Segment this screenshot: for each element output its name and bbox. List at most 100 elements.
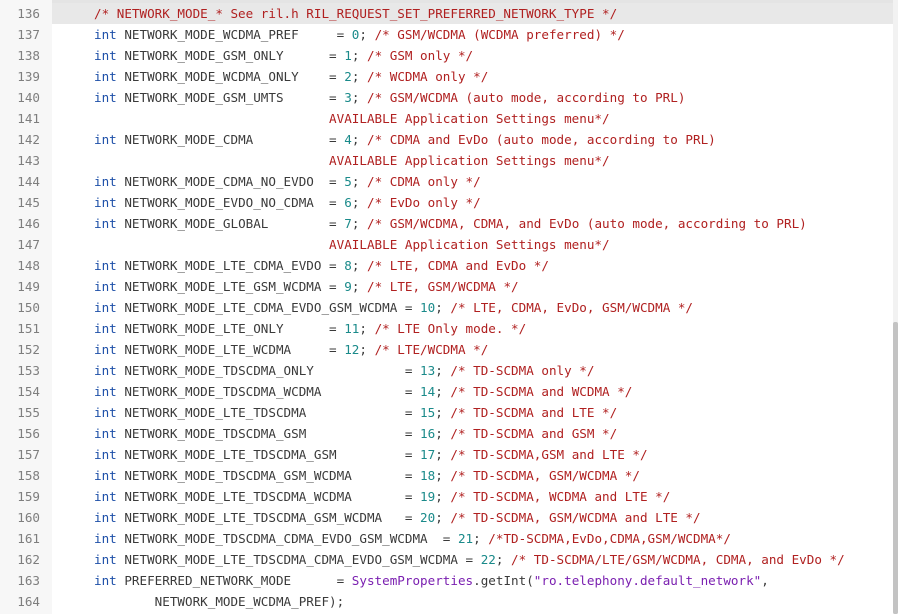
code-text: int NETWORK_MODE_LTE_TDSCDMA_GSM = 17; /… bbox=[94, 444, 648, 465]
code-line[interactable]: 146 int NETWORK_MODE_GLOBAL = 7; /* GSM/W… bbox=[0, 213, 893, 234]
code-text: int NETWORK_MODE_EVDO_NO_CDMA = 6; /* Ev… bbox=[94, 192, 481, 213]
code-line-content: int NETWORK_MODE_EVDO_NO_CDMA = 6; /* Ev… bbox=[52, 192, 893, 213]
keyword-token: int bbox=[94, 48, 117, 63]
code-token: NETWORK_MODE_LTE_TDSCDMA_WCDMA = bbox=[116, 489, 421, 504]
code-token: NETWORK_MODE_LTE_ONLY = bbox=[116, 321, 345, 336]
code-text: int NETWORK_MODE_LTE_TDSCDMA_WCDMA = 19;… bbox=[94, 486, 670, 507]
code-token: ; bbox=[351, 279, 367, 294]
code-line[interactable]: 156 int NETWORK_MODE_TDSCDMA_GSM = 16; /*… bbox=[0, 423, 893, 444]
code-line[interactable]: 137 int NETWORK_MODE_WCDMA_PREF = 0; /* G… bbox=[0, 24, 893, 45]
number-token: 10 bbox=[420, 300, 436, 315]
code-line-content: int NETWORK_MODE_LTE_TDSCDMA_GSM = 17; /… bbox=[52, 444, 893, 465]
code-line[interactable]: 140 int NETWORK_MODE_GSM_UMTS = 3; /* GSM… bbox=[0, 87, 893, 108]
code-line[interactable]: 153 int NETWORK_MODE_TDSCDMA_ONLY = 13; /… bbox=[0, 360, 893, 381]
code-editor[interactable]: 136/* NETWORK_MODE_* See ril.h RIL_REQUE… bbox=[0, 0, 898, 614]
code-text: int NETWORK_MODE_TDSCDMA_CDMA_EVDO_GSM_W… bbox=[94, 528, 731, 549]
comment-token: /* TD-SCDMA and GSM */ bbox=[450, 426, 618, 441]
keyword-token: int bbox=[94, 90, 117, 105]
code-line[interactable]: 157 int NETWORK_MODE_LTE_TDSCDMA_GSM = 17… bbox=[0, 444, 893, 465]
code-token: NETWORK_MODE_WCDMA_PREF); bbox=[94, 594, 345, 609]
number-token: 21 bbox=[457, 531, 474, 546]
code-token: NETWORK_MODE_LTE_TDSCDMA = bbox=[116, 405, 421, 420]
code-token: NETWORK_MODE_GLOBAL = bbox=[116, 216, 345, 231]
code-text: int NETWORK_MODE_CDMA = 4; /* CDMA and E… bbox=[94, 129, 716, 150]
comment-token: /* TD-SCDMA, GSM/WCDMA */ bbox=[450, 468, 640, 483]
code-text: int PREFERRED_NETWORK_MODE = SystemPrope… bbox=[94, 570, 769, 591]
code-text: NETWORK_MODE_WCDMA_PREF); bbox=[94, 591, 345, 612]
code-line-content: int NETWORK_MODE_LTE_CDMA_EVDO_GSM_WCDMA… bbox=[52, 297, 893, 318]
line-number: 145 bbox=[17, 195, 40, 210]
code-line[interactable]: 148 int NETWORK_MODE_LTE_CDMA_EVDO = 8; /… bbox=[0, 255, 893, 276]
code-token: ; bbox=[435, 300, 451, 315]
comment-token: /* TD-SCDMA, WCDMA and LTE */ bbox=[450, 489, 671, 504]
code-line[interactable]: 142 int NETWORK_MODE_CDMA = 4; /* CDMA an… bbox=[0, 129, 893, 150]
code-line-content: int NETWORK_MODE_LTE_TDSCDMA_CDMA_EVDO_G… bbox=[52, 549, 893, 570]
keyword-token: int bbox=[94, 405, 117, 420]
line-number: 143 bbox=[17, 153, 40, 168]
number-token: 5 bbox=[344, 174, 352, 189]
code-line-content: int NETWORK_MODE_TDSCDMA_CDMA_EVDO_GSM_W… bbox=[52, 528, 893, 549]
code-line[interactable]: 161 int NETWORK_MODE_TDSCDMA_CDMA_EVDO_GS… bbox=[0, 528, 893, 549]
code-line-content: AVAILABLE Application Settings menu*/ bbox=[52, 234, 893, 255]
code-token: , bbox=[761, 573, 769, 588]
code-token: NETWORK_MODE_CDMA = bbox=[116, 132, 345, 147]
number-token: 16 bbox=[420, 426, 436, 441]
line-number: 149 bbox=[17, 279, 40, 294]
line-number: 160 bbox=[17, 510, 40, 525]
number-token: 18 bbox=[420, 468, 436, 483]
code-line[interactable]: 150 int NETWORK_MODE_LTE_CDMA_EVDO_GSM_WC… bbox=[0, 297, 893, 318]
line-number: 148 bbox=[17, 258, 40, 273]
keyword-token: int bbox=[94, 363, 117, 378]
code-line-content: int NETWORK_MODE_TDSCDMA_GSM_WCDMA = 18;… bbox=[52, 465, 893, 486]
code-line[interactable]: 164 NETWORK_MODE_WCDMA_PREF); bbox=[0, 591, 893, 612]
code-line[interactable]: 143 AVAILABLE Application Settings menu*… bbox=[0, 150, 893, 171]
comment-token: /* TD-SCDMA, GSM/WCDMA and LTE */ bbox=[450, 510, 701, 525]
code-line[interactable]: 145 int NETWORK_MODE_EVDO_NO_CDMA = 6; /*… bbox=[0, 192, 893, 213]
code-token: ; bbox=[351, 174, 367, 189]
code-line[interactable]: 141 AVAILABLE Application Settings menu*… bbox=[0, 108, 893, 129]
comment-token: /* WCDMA only */ bbox=[366, 69, 489, 84]
comment-token: /* TD-SCDMA and LTE */ bbox=[450, 405, 618, 420]
code-line-content: int NETWORK_MODE_GSM_UMTS = 3; /* GSM/WC… bbox=[52, 87, 893, 108]
code-line-content: int NETWORK_MODE_CDMA_NO_EVDO = 5; /* CD… bbox=[52, 171, 893, 192]
code-line[interactable]: 139 int NETWORK_MODE_WCDMA_ONLY = 2; /* W… bbox=[0, 66, 893, 87]
code-text: int NETWORK_MODE_LTE_TDSCDMA = 15; /* TD… bbox=[94, 402, 617, 423]
code-line-current[interactable]: 136 /* NETWORK_MODE_* See ril.h RIL_REQUE… bbox=[0, 3, 893, 24]
code-token: NETWORK_MODE_TDSCDMA_GSM = bbox=[116, 426, 421, 441]
code-line[interactable]: 162 int NETWORK_MODE_LTE_TDSCDMA_CDMA_EVD… bbox=[0, 549, 893, 570]
code-token: ; bbox=[495, 552, 512, 567]
line-number: 142 bbox=[17, 132, 40, 147]
keyword-token: int bbox=[94, 447, 117, 462]
code-line[interactable]: 147 AVAILABLE Application Settings menu*… bbox=[0, 234, 893, 255]
code-line[interactable]: 163 int PREFERRED_NETWORK_MODE = SystemPr… bbox=[0, 570, 893, 591]
code-line[interactable]: 144 int NETWORK_MODE_CDMA_NO_EVDO = 5; /*… bbox=[0, 171, 893, 192]
comment-token: /* NETWORK_MODE_* See ril.h RIL_REQUEST_… bbox=[94, 6, 618, 21]
code-text: AVAILABLE Application Settings menu*/ bbox=[94, 108, 610, 129]
code-token: ; bbox=[359, 27, 375, 42]
line-number: 144 bbox=[17, 174, 40, 189]
code-line[interactable]: 155 int NETWORK_MODE_LTE_TDSCDMA = 15; /*… bbox=[0, 402, 893, 423]
code-line[interactable]: 138 int NETWORK_MODE_GSM_ONLY = 1; /* GSM… bbox=[0, 45, 893, 66]
line-number: 151 bbox=[17, 321, 40, 336]
comment-token: /* TD-SCDMA only */ bbox=[450, 363, 595, 378]
code-token: PREFERRED_NETWORK_MODE = bbox=[116, 573, 352, 588]
vertical-scrollbar-thumb[interactable] bbox=[893, 322, 898, 614]
keyword-token: int bbox=[94, 174, 117, 189]
code-line[interactable]: 152 int NETWORK_MODE_LTE_WCDMA = 12; /* L… bbox=[0, 339, 893, 360]
code-line[interactable]: 151 int NETWORK_MODE_LTE_ONLY = 11; /* LT… bbox=[0, 318, 893, 339]
code-line[interactable]: 158 int NETWORK_MODE_TDSCDMA_GSM_WCDMA = … bbox=[0, 465, 893, 486]
code-line-content: int NETWORK_MODE_LTE_WCDMA = 12; /* LTE/… bbox=[52, 339, 893, 360]
code-token: ; bbox=[435, 405, 451, 420]
keyword-token: int bbox=[94, 510, 117, 525]
code-token: NETWORK_MODE_GSM_UMTS = bbox=[116, 90, 345, 105]
code-token: NETWORK_MODE_LTE_TDSCDMA_CDMA_EVDO_GSM_W… bbox=[116, 552, 481, 567]
code-line[interactable]: 154 int NETWORK_MODE_TDSCDMA_WCDMA = 14; … bbox=[0, 381, 893, 402]
code-token: NETWORK_MODE_LTE_GSM_WCDMA = bbox=[116, 279, 345, 294]
code-line-content: int PREFERRED_NETWORK_MODE = SystemPrope… bbox=[52, 570, 893, 591]
code-line[interactable]: 159 int NETWORK_MODE_LTE_TDSCDMA_WCDMA = … bbox=[0, 486, 893, 507]
code-line[interactable]: 149 int NETWORK_MODE_LTE_GSM_WCDMA = 9; /… bbox=[0, 276, 893, 297]
code-text: AVAILABLE Application Settings menu*/ bbox=[94, 234, 610, 255]
code-line[interactable]: 160 int NETWORK_MODE_LTE_TDSCDMA_GSM_WCDM… bbox=[0, 507, 893, 528]
